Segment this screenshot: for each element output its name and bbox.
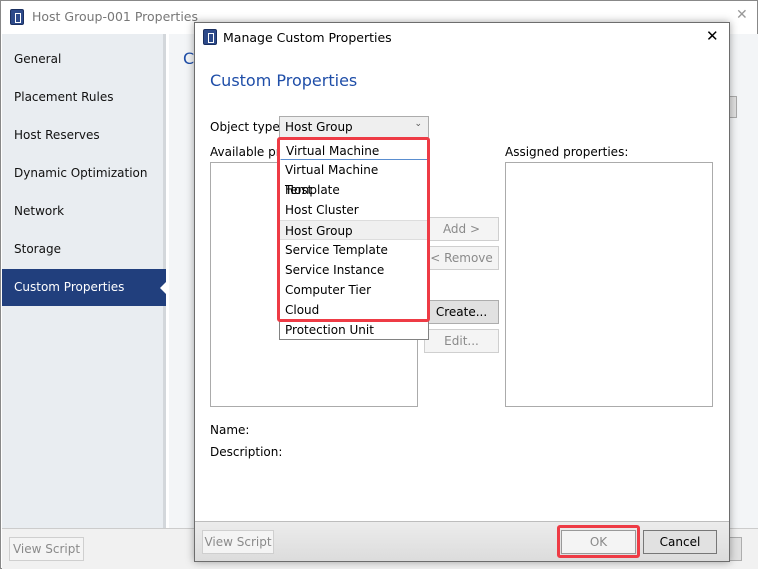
- cancel-button-partial[interactable]: [728, 537, 742, 561]
- cancel-button[interactable]: Cancel: [643, 530, 717, 554]
- sidebar: General Placement Rules Host Reserves Dy…: [2, 34, 167, 528]
- view-script-button[interactable]: View Script: [9, 537, 84, 561]
- app-icon: [10, 9, 24, 25]
- dropdown-option[interactable]: Protection Unit: [280, 320, 428, 340]
- highlight-box-options: [277, 137, 430, 322]
- dialog-footer: View Script OK Cancel: [195, 521, 729, 561]
- close-icon[interactable]: ✕: [706, 27, 719, 45]
- close-icon[interactable]: ✕: [736, 7, 748, 23]
- object-type-select[interactable]: Host Group ⌄: [279, 116, 429, 138]
- object-type-label: Object type:: [210, 120, 284, 134]
- content-heading: C: [183, 49, 195, 68]
- highlight-box-ok: [557, 525, 640, 558]
- assigned-properties-label: Assigned properties:: [505, 145, 629, 159]
- sidebar-item-custom-properties[interactable]: Custom Properties: [2, 269, 167, 306]
- assigned-properties-list[interactable]: [505, 162, 713, 407]
- create-button[interactable]: Create...: [424, 300, 499, 324]
- remove-button[interactable]: < Remove: [424, 246, 499, 270]
- app-icon: [203, 29, 217, 45]
- sidebar-item-general[interactable]: General: [2, 41, 166, 78]
- sidebar-item-storage[interactable]: Storage: [2, 231, 166, 268]
- sidebar-item-placement-rules[interactable]: Placement Rules: [2, 79, 166, 116]
- chevron-down-icon: ⌄: [414, 119, 422, 129]
- dialog-title: Manage Custom Properties: [223, 30, 392, 45]
- sidebar-item-dynamic-optimization[interactable]: Dynamic Optimization: [2, 155, 166, 192]
- add-button[interactable]: Add >: [424, 217, 499, 241]
- sidebar-item-host-reserves[interactable]: Host Reserves: [2, 117, 166, 154]
- name-label: Name:: [210, 423, 250, 437]
- window-title: Host Group-001 Properties: [32, 9, 199, 24]
- sidebar-item-network[interactable]: Network: [2, 193, 166, 230]
- description-label: Description:: [210, 445, 283, 459]
- object-type-value: Host Group: [285, 120, 353, 134]
- view-script-button[interactable]: View Script: [202, 530, 274, 554]
- edit-button[interactable]: Edit...: [424, 329, 499, 353]
- manage-custom-properties-dialog: Manage Custom Properties ✕ Custom Proper…: [194, 22, 730, 562]
- dialog-heading: Custom Properties: [210, 71, 358, 90]
